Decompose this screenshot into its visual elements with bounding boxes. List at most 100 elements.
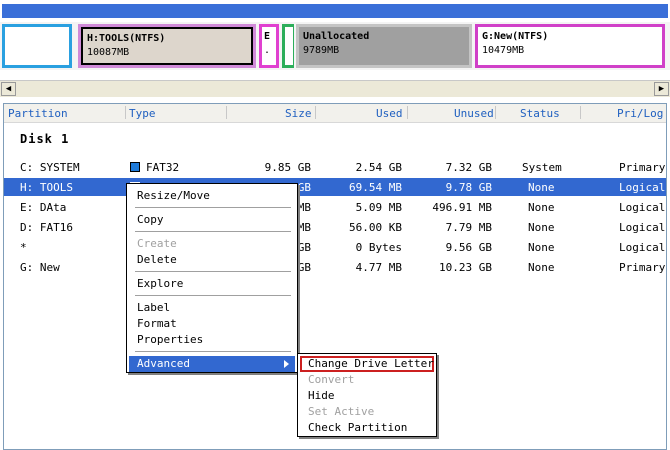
menu-hide[interactable]: Hide (300, 388, 434, 404)
table-row[interactable]: G: New GB 4.77 MB 10.23 GB None Primary (4, 258, 666, 276)
submenu-arrow-icon (284, 360, 289, 368)
table-row[interactable]: E: DAta MB 5.09 MB 496.91 MB None Logica… (4, 198, 666, 216)
menu-change-drive-letter[interactable]: Change Drive Letter (300, 356, 434, 372)
col-unused[interactable]: Unused (454, 107, 494, 120)
cell-status: None (528, 201, 555, 214)
table-header: Partition Type Size Used Unused Status P… (4, 104, 666, 123)
disk-map-segment-g[interactable]: G:New(NTFS) 10479MB (475, 24, 665, 68)
segment-body (5, 27, 69, 65)
cell-size: MB (297, 201, 311, 214)
menu-create[interactable]: Create (129, 236, 295, 252)
cell-used: 4.77 MB (355, 261, 402, 274)
fat32-color-icon (130, 162, 140, 172)
segment-body (285, 27, 293, 65)
menu-properties[interactable]: Properties (129, 332, 295, 348)
menu-advanced-label: Advanced (137, 357, 190, 370)
col-divider[interactable] (580, 106, 581, 119)
disk-map-segment-h[interactable]: H:TOOLS(NTFS) 10087MB (78, 24, 256, 68)
cell-used: 69.54 MB (349, 181, 402, 194)
col-divider[interactable] (495, 106, 496, 119)
scroll-right-button[interactable]: ▶ (654, 82, 669, 96)
segment-size: 10087MB (87, 47, 130, 58)
table-row[interactable]: * GB 0 Bytes 9.56 GB None Logical (4, 238, 666, 256)
menu-copy[interactable]: Copy (129, 212, 295, 228)
title-bar (0, 0, 670, 22)
col-divider[interactable] (315, 106, 316, 119)
col-used[interactable]: Used (376, 107, 403, 120)
disk-label: Disk 1 (20, 132, 70, 146)
col-status[interactable]: Status (520, 107, 560, 120)
menu-label[interactable]: Label (129, 300, 295, 316)
segment-name: E (264, 31, 271, 42)
arrow-left-icon: ◀ (5, 84, 12, 94)
cell-status: None (528, 221, 555, 234)
disk-map-segment-unallocated[interactable]: Unallocated 9789MB (296, 24, 472, 68)
cell-partition: C: SYSTEM (20, 161, 80, 174)
table-row-selected[interactable]: H: TOOLS GB 69.54 MB 9.78 GB None Logica… (4, 178, 666, 196)
segment-body: Unallocated 9789MB (299, 27, 469, 65)
col-size[interactable]: Size (285, 107, 312, 120)
cell-size: 9.85 GB (264, 161, 311, 174)
cell-status: None (528, 241, 555, 254)
horizontal-scrollbar[interactable]: ◀ ▶ (0, 80, 670, 97)
cell-unused: 496.91 MB (432, 201, 492, 214)
segment-name: Unallocated (303, 31, 370, 42)
cell-size: GB (297, 261, 311, 274)
segment-name: H:TOOLS(NTFS) (87, 33, 166, 44)
cell-unused: 10.23 GB (439, 261, 492, 274)
cell-used: 5.09 MB (355, 201, 402, 214)
col-divider[interactable] (226, 106, 227, 119)
col-partition[interactable]: Partition (8, 107, 68, 120)
cell-prilog: Logical (619, 241, 666, 254)
disk-map-segment-c[interactable] (2, 24, 72, 68)
cell-size: GB (297, 241, 311, 254)
cell-unused: 7.79 MB (445, 221, 492, 234)
segment-body: G:New(NTFS) 10479MB (478, 27, 662, 65)
arrow-right-icon: ▶ (658, 84, 665, 94)
cell-used: 0 Bytes (355, 241, 402, 254)
scroll-left-button[interactable]: ◀ (1, 82, 16, 96)
table-row[interactable]: D: FAT16 MB 56.00 KB 7.79 MB None Logica… (4, 218, 666, 236)
disk-map: H:TOOLS(NTFS) 10087MB E . Unallocated 97… (0, 22, 670, 70)
cell-unused: 7.32 GB (445, 161, 492, 174)
menu-convert[interactable]: Convert (300, 372, 434, 388)
cell-used: 56.00 KB (349, 221, 402, 234)
menu-check-partition[interactable]: Check Partition (300, 420, 434, 436)
col-divider[interactable] (407, 106, 408, 119)
col-type[interactable]: Type (129, 107, 156, 120)
cell-partition: D: FAT16 (20, 221, 73, 234)
col-divider[interactable] (125, 106, 126, 119)
menu-format[interactable]: Format (129, 316, 295, 332)
cell-partition: E: DAta (20, 201, 67, 214)
cell-prilog: Primary (619, 261, 666, 274)
cell-unused: 9.56 GB (445, 241, 492, 254)
cell-partition: G: New (20, 261, 60, 274)
disk-map-segment-e[interactable]: E . (259, 24, 279, 68)
segment-body: E . (262, 27, 276, 65)
menu-advanced[interactable]: Advanced (129, 356, 295, 372)
cell-status: None (528, 181, 555, 194)
menu-separator (135, 271, 291, 272)
menu-explore[interactable]: Explore (129, 276, 295, 292)
cell-status: System (522, 161, 562, 174)
cell-prilog: Primary (619, 161, 666, 174)
cell-prilog: Logical (619, 181, 666, 194)
segment-name: G:New(NTFS) (482, 31, 549, 42)
segment-size: 9789MB (303, 45, 340, 56)
cell-partition: H: TOOLS (20, 181, 73, 194)
cell-unused: 9.78 GB (445, 181, 492, 194)
title-bar-fill (2, 4, 668, 18)
cell-type: FAT32 (146, 161, 180, 174)
cell-prilog: Logical (619, 201, 666, 214)
menu-resize-move[interactable]: Resize/Move (129, 188, 295, 204)
segment-body: H:TOOLS(NTFS) 10087MB (81, 27, 253, 65)
menu-set-active[interactable]: Set Active (300, 404, 434, 420)
disk-map-segment-d[interactable] (282, 24, 294, 68)
col-prilog[interactable]: Pri/Log (617, 107, 663, 120)
cell-used: 2.54 GB (355, 161, 402, 174)
table-row[interactable]: C: SYSTEM FAT32 9.85 GB 2.54 GB 7.32 GB … (4, 158, 666, 176)
menu-separator (135, 295, 291, 296)
menu-delete[interactable]: Delete (129, 252, 295, 268)
cell-size: GB (297, 181, 311, 194)
menu-separator (135, 231, 291, 232)
